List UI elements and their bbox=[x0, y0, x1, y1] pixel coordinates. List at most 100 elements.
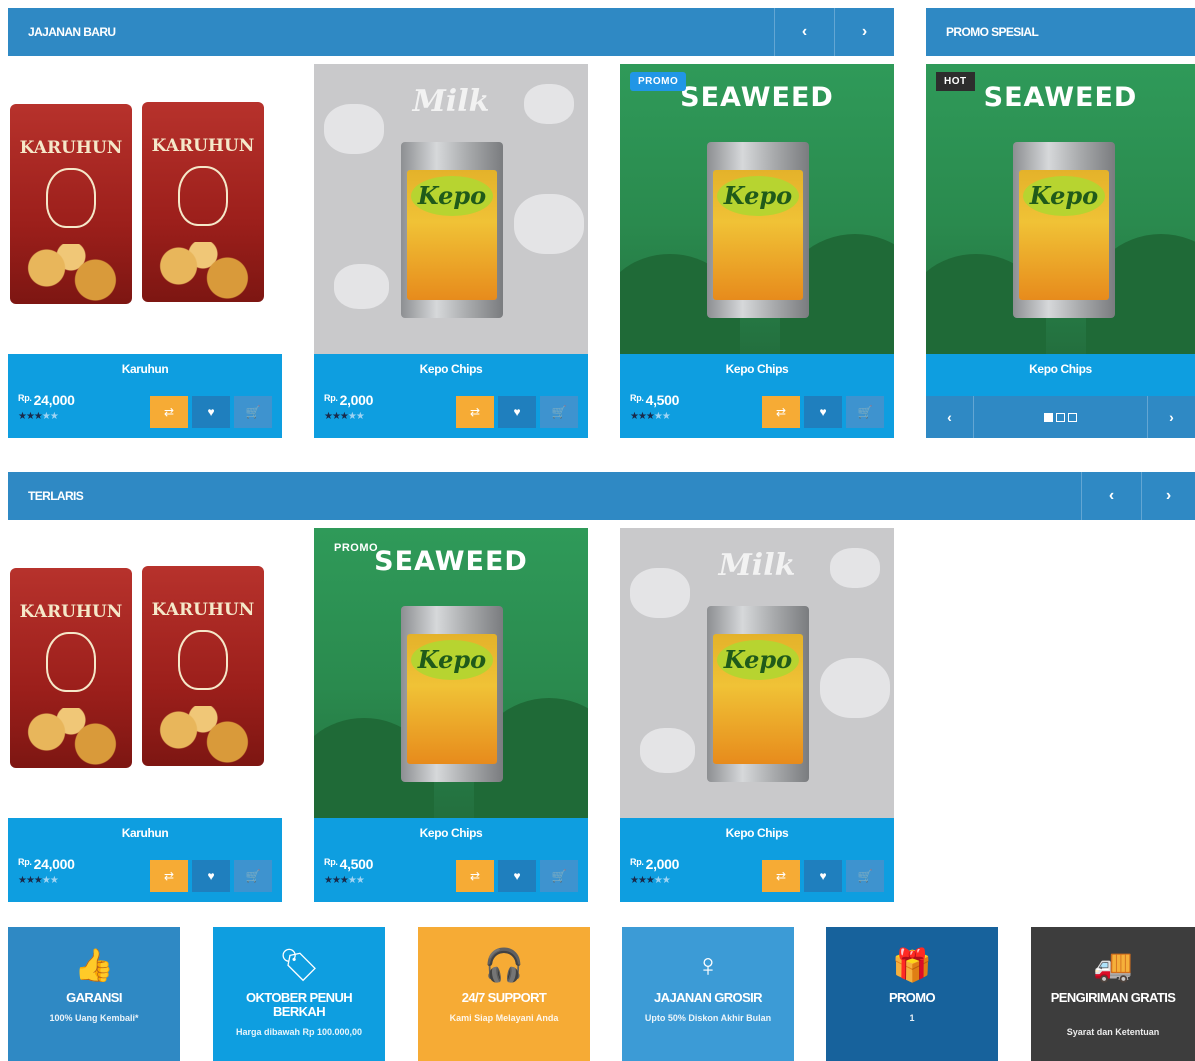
heart-icon: ♥ bbox=[819, 869, 827, 883]
wishlist-button[interactable]: ♥ bbox=[804, 396, 842, 428]
rating-stars: ★★★★★ bbox=[324, 411, 365, 422]
compare-icon: ⇄ bbox=[163, 405, 175, 419]
wishlist-button[interactable]: ♥ bbox=[804, 860, 842, 892]
compare-icon: ⇄ bbox=[469, 405, 481, 419]
product-name[interactable]: Karuhun bbox=[8, 362, 282, 376]
promo-card[interactable]: SEAWEED Kepo HOT Kepo Chips ‹ › bbox=[926, 64, 1195, 438]
gift-icon: 🎁 bbox=[892, 947, 932, 983]
promo-badge: PROMO bbox=[630, 72, 687, 91]
cart-icon: 🛒 bbox=[857, 405, 873, 419]
slider-dot[interactable] bbox=[1044, 412, 1053, 422]
hot-badge: HOT bbox=[936, 72, 975, 91]
product-image-kepo-seaweed[interactable]: SEAWEED Kepo PROMO bbox=[314, 528, 588, 818]
wishlist-button[interactable]: ♥ bbox=[498, 396, 536, 428]
compare-button[interactable]: ⇄ bbox=[762, 396, 800, 428]
section-title-new: JAJANAN BARU bbox=[28, 25, 116, 39]
product-card[interactable]: SEAWEED Kepo PROMO Kepo Chips Rp. 4,500 ★… bbox=[314, 528, 588, 902]
heart-icon: ♥ bbox=[513, 405, 521, 419]
heart-icon: ♥ bbox=[513, 869, 521, 883]
add-to-cart-button[interactable]: 🛒 bbox=[846, 396, 884, 428]
product-price: Rp. 4,500 bbox=[630, 392, 680, 408]
product-price: Rp. 4,500 bbox=[324, 856, 374, 872]
product-price: Rp. 2,000 bbox=[324, 392, 374, 408]
product-card[interactable]: SEAWEED Kepo PROMO Kepo Chips Rp. 4,500 ★… bbox=[620, 64, 894, 438]
rating-stars: ★★★★★ bbox=[630, 875, 671, 886]
promo-badge: PROMO bbox=[334, 542, 379, 554]
add-to-cart-button[interactable]: 🛒 bbox=[846, 860, 884, 892]
compare-button[interactable]: ⇄ bbox=[762, 860, 800, 892]
feature-oktober[interactable]: 🏷 OKTOBER PENUH BERKAH Harga dibawah Rp … bbox=[213, 927, 385, 1061]
compare-button[interactable]: ⇄ bbox=[456, 396, 494, 428]
heart-icon: ♥ bbox=[819, 405, 827, 419]
rating-stars: ★★★★★ bbox=[18, 411, 59, 422]
product-image-kepo-milk[interactable]: Milk Kepo bbox=[314, 64, 588, 354]
promo-prev-button[interactable]: ‹ bbox=[926, 396, 974, 438]
promo-next-button[interactable]: › bbox=[1147, 396, 1195, 438]
product-image-karuhun[interactable]: KARUHUN KARUHUN bbox=[8, 528, 282, 818]
thumbs-up-icon: 👍 bbox=[74, 947, 114, 983]
product-name[interactable]: Kepo Chips bbox=[926, 362, 1195, 376]
add-to-cart-button[interactable]: 🛒 bbox=[540, 396, 578, 428]
new-next-button[interactable]: › bbox=[834, 8, 894, 56]
best-next-button[interactable]: › bbox=[1141, 472, 1195, 520]
product-price: Rp. 2,000 bbox=[630, 856, 680, 872]
rating-stars: ★★★★★ bbox=[324, 875, 365, 886]
section-header-best: TERLARIS ‹ › bbox=[8, 472, 1195, 520]
promo-slider-nav: ‹ › bbox=[926, 396, 1195, 438]
product-image-karuhun[interactable]: KARUHUN KARUHUN bbox=[8, 64, 282, 354]
cart-icon: 🛒 bbox=[245, 869, 261, 883]
feature-grosir[interactable]: ♀ JAJANAN GROSIR Upto 50% Diskon Akhir B… bbox=[622, 927, 794, 1061]
truck-icon: 🚚 bbox=[1093, 947, 1133, 983]
product-name[interactable]: Kepo Chips bbox=[314, 362, 588, 376]
cart-icon: 🛒 bbox=[551, 869, 567, 883]
compare-icon: ⇄ bbox=[163, 869, 175, 883]
wishlist-button[interactable]: ♥ bbox=[192, 860, 230, 892]
wishlist-button[interactable]: ♥ bbox=[192, 396, 230, 428]
product-image-kepo-seaweed[interactable]: SEAWEED Kepo PROMO bbox=[620, 64, 894, 354]
rating-stars: ★★★★★ bbox=[630, 411, 671, 422]
tags-icon: 🏷 bbox=[278, 947, 320, 983]
product-card[interactable]: Milk Kepo Kepo Chips Rp. 2,000 ★★★★★ ⇄ ♥ … bbox=[620, 528, 894, 902]
cart-icon: 🛒 bbox=[857, 869, 873, 883]
product-name[interactable]: Kepo Chips bbox=[620, 362, 894, 376]
slider-dot[interactable] bbox=[1056, 412, 1065, 422]
headphones-icon: 🎧 bbox=[484, 947, 524, 983]
cart-icon: 🛒 bbox=[551, 405, 567, 419]
feature-support[interactable]: 🎧 24/7 SUPPORT Kami Siap Melayani Anda bbox=[418, 927, 590, 1061]
best-prev-button[interactable]: ‹ bbox=[1081, 472, 1141, 520]
product-name[interactable]: Kepo Chips bbox=[314, 826, 588, 840]
compare-icon: ⇄ bbox=[775, 405, 787, 419]
section-title-best: TERLARIS bbox=[28, 489, 84, 503]
product-card[interactable]: KARUHUN KARUHUN Karuhun Rp. 24,000 ★★★★★ … bbox=[8, 64, 282, 438]
rating-stars: ★★★★★ bbox=[18, 875, 59, 886]
section-header-new: JAJANAN BARU ‹ › bbox=[8, 8, 894, 56]
feature-shipping[interactable]: 🚚 PENGIRIMAN GRATIS Syarat dan Ketentuan bbox=[1031, 927, 1195, 1061]
feature-garansi[interactable]: 👍 GARANSI 100% Uang Kembali* bbox=[8, 927, 180, 1061]
add-to-cart-button[interactable]: 🛒 bbox=[234, 396, 272, 428]
compare-icon: ⇄ bbox=[469, 869, 481, 883]
slider-dot[interactable] bbox=[1068, 412, 1077, 422]
product-card[interactable]: Milk Kepo Kepo Chips Rp. 2,000 ★★★★★ ⇄ ♥ … bbox=[314, 64, 588, 438]
female-icon: ♀ bbox=[696, 947, 720, 983]
cart-icon: 🛒 bbox=[245, 405, 261, 419]
product-card[interactable]: KARUHUN KARUHUN Karuhun Rp. 24,000 ★★★★★ … bbox=[8, 528, 282, 902]
product-image-kepo-milk[interactable]: Milk Kepo bbox=[620, 528, 894, 818]
feature-promo[interactable]: 🎁 PROMO 1 bbox=[826, 927, 998, 1061]
new-prev-button[interactable]: ‹ bbox=[774, 8, 834, 56]
compare-button[interactable]: ⇄ bbox=[150, 860, 188, 892]
heart-icon: ♥ bbox=[207, 405, 215, 419]
add-to-cart-button[interactable]: 🛒 bbox=[234, 860, 272, 892]
compare-icon: ⇄ bbox=[775, 869, 787, 883]
product-name[interactable]: Karuhun bbox=[8, 826, 282, 840]
product-price: Rp. 24,000 bbox=[18, 856, 75, 872]
product-price: Rp. 24,000 bbox=[18, 392, 75, 408]
compare-button[interactable]: ⇄ bbox=[150, 396, 188, 428]
compare-button[interactable]: ⇄ bbox=[456, 860, 494, 892]
wishlist-button[interactable]: ♥ bbox=[498, 860, 536, 892]
product-name[interactable]: Kepo Chips bbox=[620, 826, 894, 840]
section-header-promo: PROMO SPESIAL bbox=[926, 8, 1195, 56]
promo-image-kepo-seaweed[interactable]: SEAWEED Kepo HOT bbox=[926, 64, 1195, 354]
section-title-promo: PROMO SPESIAL bbox=[946, 25, 1039, 39]
add-to-cart-button[interactable]: 🛒 bbox=[540, 860, 578, 892]
heart-icon: ♥ bbox=[207, 869, 215, 883]
